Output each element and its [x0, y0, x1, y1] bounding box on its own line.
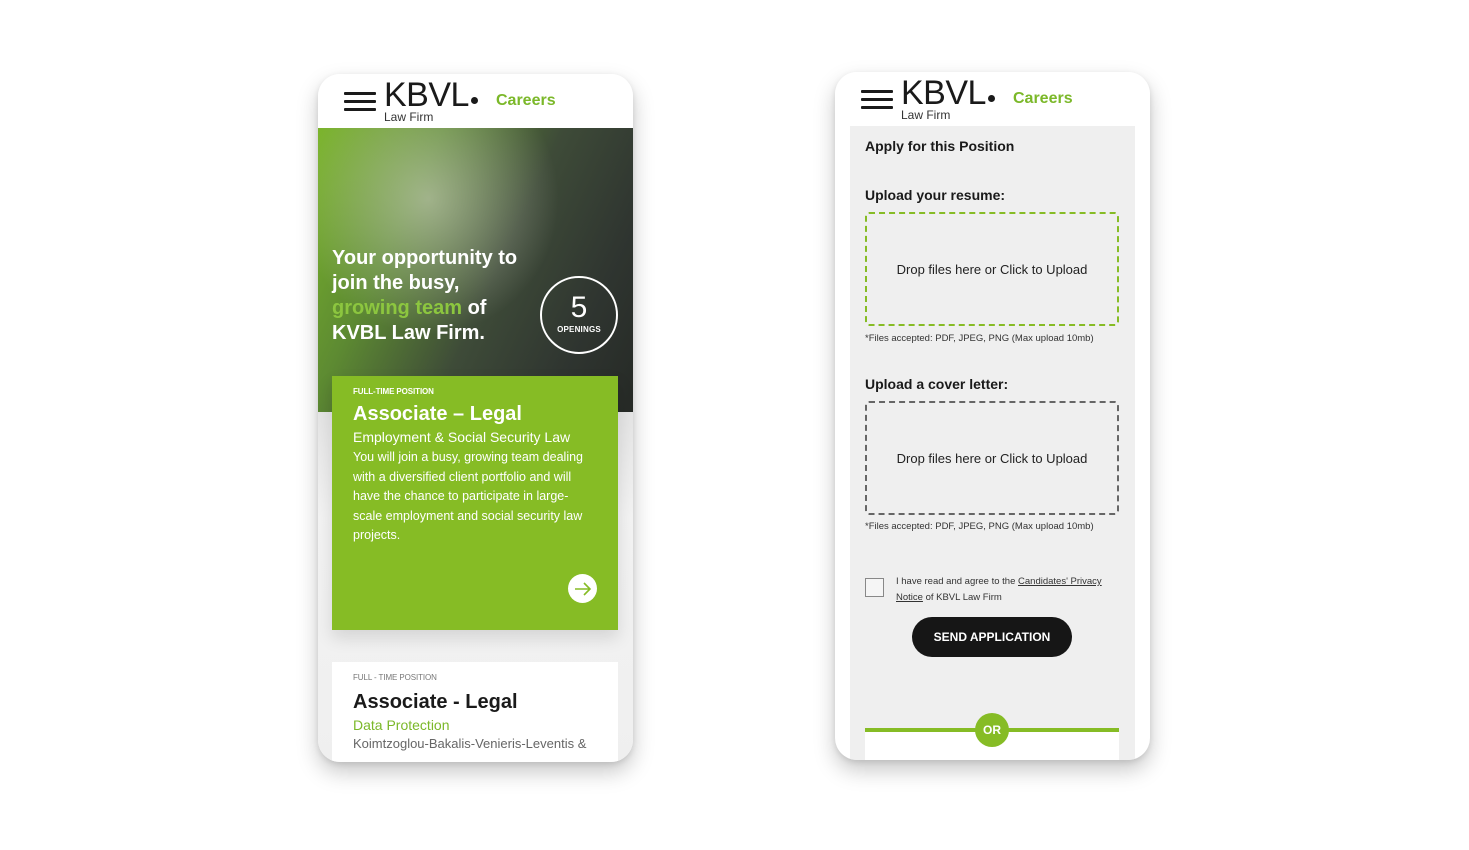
dropzone-text: Drop files here or Click to Upload	[896, 261, 1088, 277]
job-card[interactable]: FULL - TIME POSITION Associate - Legal D…	[332, 662, 618, 762]
phone-mockup-listing: KBVL Law Firm Careers Your opportunity t…	[318, 74, 633, 762]
dropzone-text: Drop files here or Click to Upload	[896, 450, 1088, 466]
job-type: FULL - TIME POSITION	[353, 673, 437, 682]
logo[interactable]: KBVL Law Firm	[901, 74, 995, 122]
phone-mockup-application: KBVL Law Firm Careers Apply for this Pos…	[835, 72, 1150, 760]
job-title: Associate - Legal	[353, 691, 518, 713]
view-job-button[interactable]	[568, 574, 597, 603]
job-card-featured[interactable]: FULL-TIME POSITION Associate – Legal Emp…	[332, 376, 618, 630]
resume-upload-label: Upload your resume:	[865, 187, 1006, 203]
logo-text: KBVL	[901, 74, 986, 112]
job-title: Associate – Legal	[353, 403, 522, 425]
resume-files-note: *Files accepted: PDF, JPEG, PNG (Max upl…	[865, 333, 1094, 344]
site-header: KBVL Law Firm Careers	[318, 74, 633, 130]
job-subtitle: Employment & Social Security Law	[353, 429, 571, 445]
cover-letter-files-note: *Files accepted: PDF, JPEG, PNG (Max upl…	[865, 521, 1094, 532]
hero-banner: Your opportunity to join the busy, growi…	[318, 128, 633, 412]
openings-badge: 5 OPENINGS	[540, 276, 618, 354]
site-header: KBVL Law Firm Careers	[835, 72, 1150, 128]
arrow-right-icon	[574, 581, 591, 596]
logo[interactable]: KBVL Law Firm	[384, 76, 478, 124]
application-form: Apply for this Position Upload your resu…	[850, 126, 1135, 760]
consent-text-before: I have read and agree to the	[896, 576, 1019, 587]
hero-title-accent: growing team	[332, 297, 463, 319]
consent-text: I have read and agree to the Candidates'…	[896, 574, 1124, 606]
logo-dot	[470, 97, 478, 104]
job-type: FULL-TIME POSITION	[353, 387, 434, 396]
or-divider-badge: OR	[975, 713, 1009, 747]
hero-title-part1: Your opportunity to join the busy,	[332, 247, 518, 294]
job-subtitle: Data Protection	[353, 717, 450, 733]
privacy-consent-checkbox[interactable]	[865, 578, 884, 597]
logo-text: KBVL	[384, 76, 469, 114]
send-application-button[interactable]: SEND APPLICATION	[912, 617, 1072, 657]
consent-text-after: of KBVL Law Firm	[922, 592, 1002, 603]
openings-label: OPENINGS	[557, 325, 601, 334]
cover-letter-upload-label: Upload a cover letter:	[865, 376, 1009, 392]
logo-dot	[987, 95, 995, 102]
openings-count: 5	[570, 291, 588, 324]
careers-link[interactable]: Careers	[1013, 90, 1073, 108]
job-company: Koimtzoglou-Bakalis-Venieris-Leventis &	[353, 736, 587, 751]
hero-title: Your opportunity to join the busy, growi…	[332, 246, 542, 346]
hamburger-menu-icon[interactable]	[861, 90, 893, 110]
resume-dropzone[interactable]: Drop files here or Click to Upload	[865, 212, 1119, 326]
hamburger-menu-icon[interactable]	[344, 92, 376, 112]
job-description: You will join a busy, growing team deali…	[353, 450, 583, 542]
form-heading: Apply for this Position	[865, 138, 1015, 154]
cover-letter-dropzone[interactable]: Drop files here or Click to Upload	[865, 401, 1119, 515]
careers-link[interactable]: Careers	[496, 92, 556, 110]
